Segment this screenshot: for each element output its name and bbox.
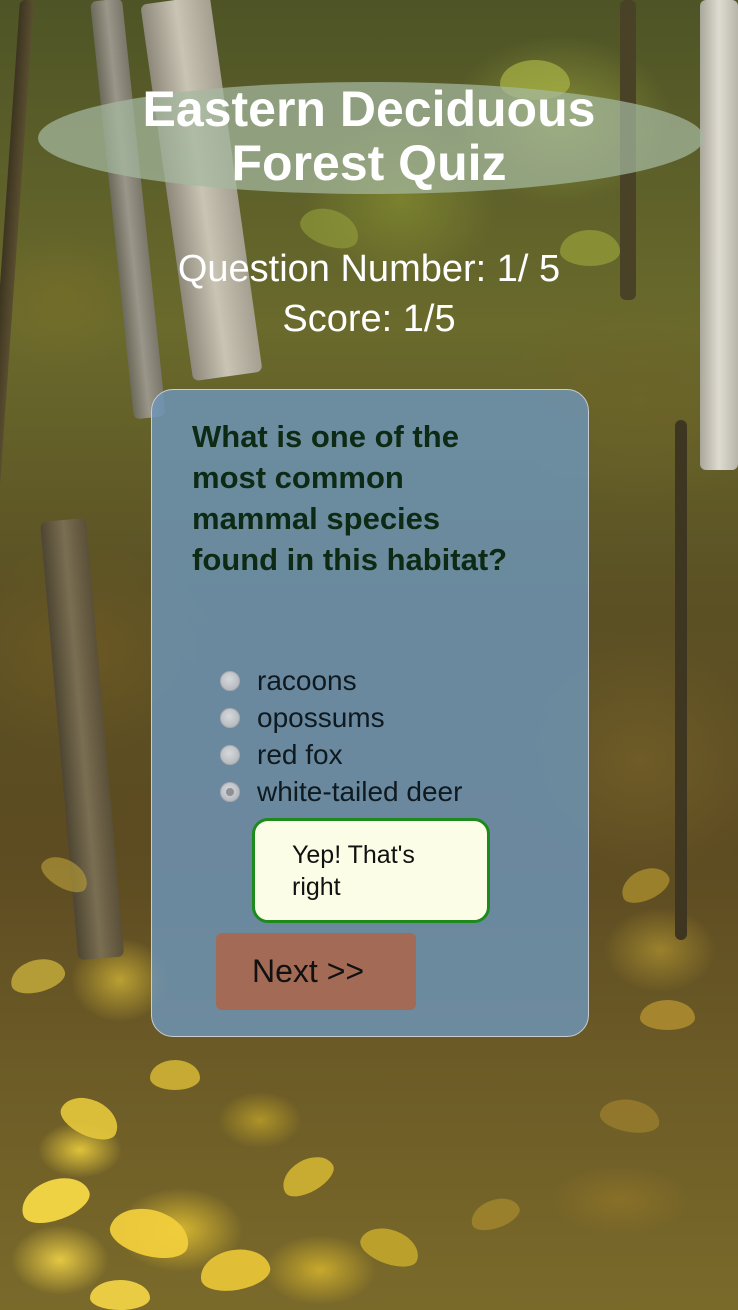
feedback-message: Yep! That's right [252,818,490,923]
answer-option-red-fox[interactable]: red fox [220,736,462,773]
radio-button[interactable] [220,744,240,765]
answer-options: racoons opossums red fox white-tailed de… [220,662,462,810]
question-number: Question Number: 1/ 5 [177,248,561,290]
page-title: Eastern Deciduous Forest Quiz [0,82,738,190]
quiz-card: What is one of the most common mammal sp… [151,389,589,1037]
answer-label: white-tailed deer [257,775,463,807]
answer-option-racoons[interactable]: racoons [220,662,462,699]
quiz-status: Question Number: 1/ 5 Score: 1/5 [0,244,738,344]
question-text: What is one of the most common mammal sp… [192,419,508,577]
answer-label: opossums [257,701,385,733]
answer-label: red fox [257,738,343,770]
radio-button-selected[interactable] [220,781,240,802]
title-line-2: Forest Quiz [231,135,507,191]
answer-option-opossums[interactable]: opossums [220,699,462,736]
answer-label: racoons [257,664,357,696]
next-button[interactable]: Next >> [216,933,416,1010]
score: Score: 1/5 [282,298,456,340]
radio-button[interactable] [220,670,240,691]
radio-button[interactable] [220,707,240,728]
answer-option-white-tailed-deer[interactable]: white-tailed deer [220,773,462,810]
title-line-1: Eastern Deciduous [142,81,596,137]
